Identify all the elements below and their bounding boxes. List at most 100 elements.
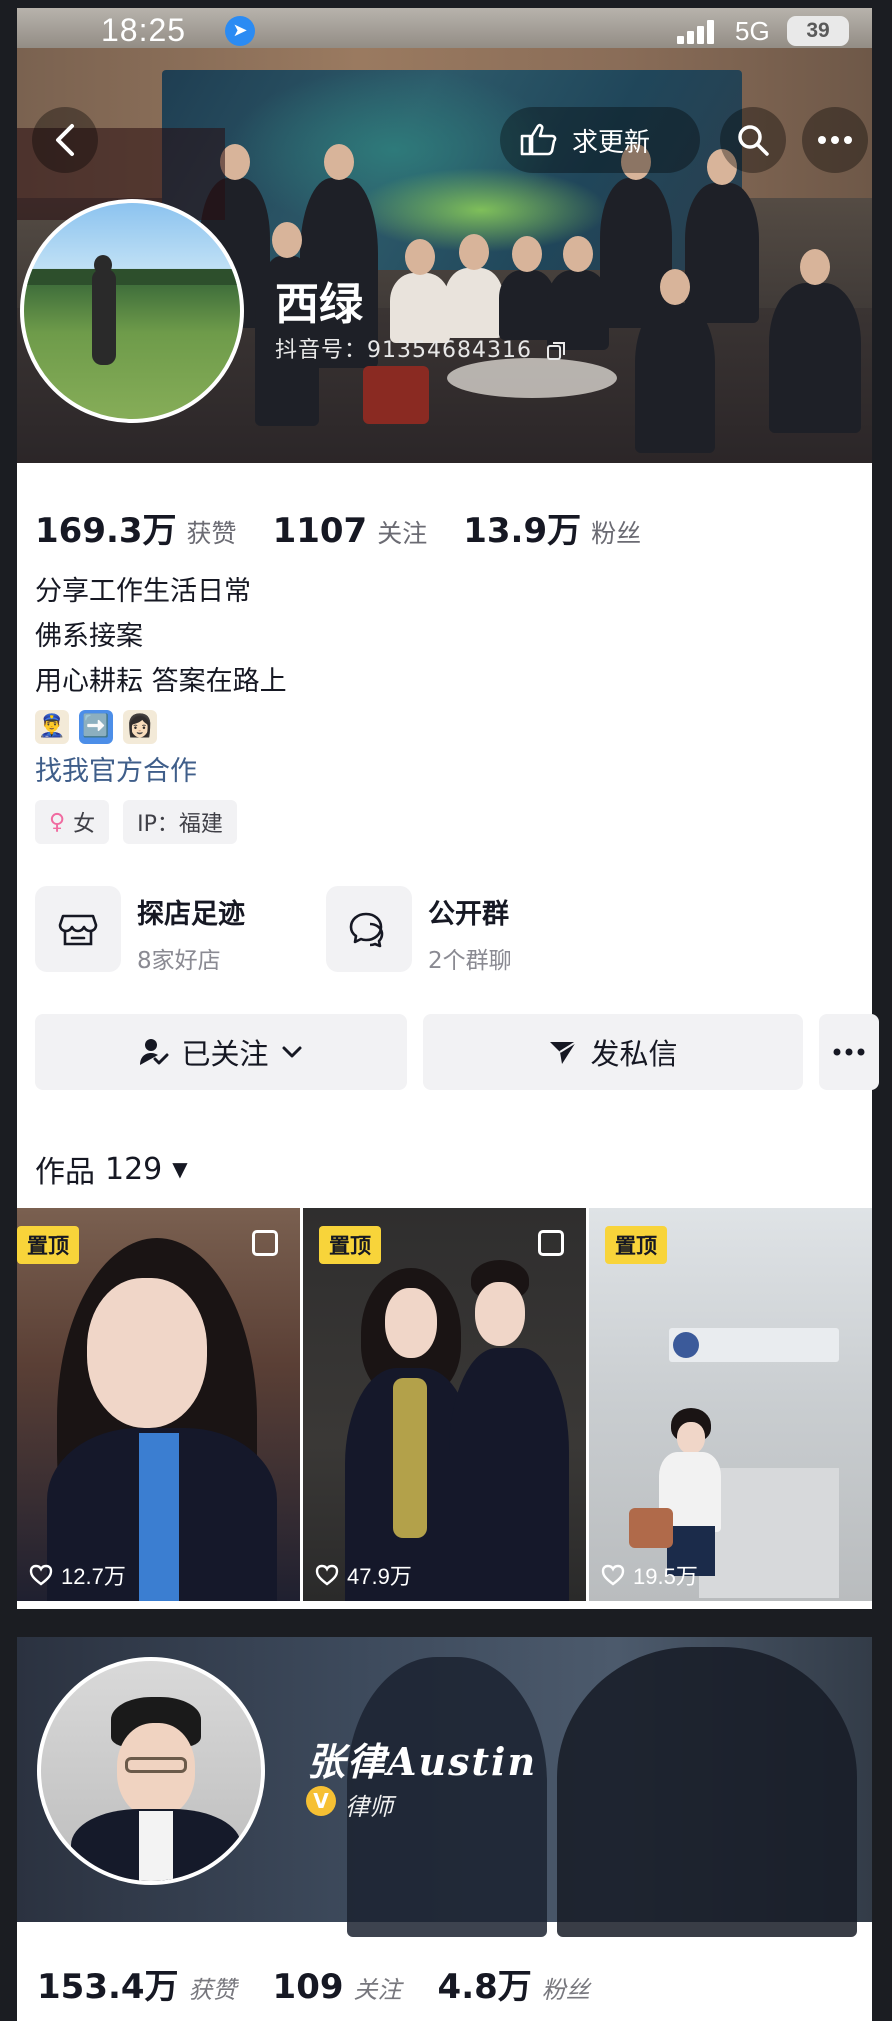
- location-icon: ➤: [225, 16, 255, 46]
- avatar-treeline: [24, 269, 240, 285]
- profile-stats: 153.4万 获赞 109 关注 4.8万 粉丝: [37, 1959, 626, 2008]
- works-count: 129: [105, 1151, 163, 1187]
- following-button-label: 已关注: [181, 1037, 269, 1071]
- glasses-icon: [125, 1757, 187, 1773]
- heart-icon: [29, 1564, 53, 1586]
- female-icon: ♀: [49, 809, 66, 835]
- hand-point-icon: [520, 123, 557, 156]
- profile-stats: 169.3万 获赞 1107 关注 13.9万 粉丝: [35, 503, 677, 552]
- works-tab[interactable]: 作品 129 ▼: [35, 1147, 188, 1191]
- gender-tag: ♀ 女: [35, 800, 110, 844]
- cover-table: [447, 358, 617, 398]
- profile-tags: ♀ 女 IP：福建: [35, 800, 237, 844]
- thumbnail-figure: [449, 1348, 569, 1601]
- more-button[interactable]: [802, 107, 868, 173]
- likes-count: 153.4万: [37, 1967, 179, 2007]
- chevron-down-icon: [282, 1046, 301, 1058]
- network-type: 5G: [735, 16, 770, 46]
- status-bar: 18:25 ➤ 5G 39: [17, 8, 872, 52]
- thumbnail-logo: [673, 1332, 699, 1358]
- bio-line: 分享工作生活日常: [35, 576, 251, 607]
- storefront-icon: [35, 886, 121, 972]
- profile-name: 西绿: [275, 279, 363, 330]
- paper-plane-icon: [550, 1041, 578, 1064]
- video-likes: 19.5万: [601, 1559, 698, 1591]
- status-time: 18:25: [101, 12, 187, 48]
- douyin-id[interactable]: 抖音号：91354684316: [275, 332, 568, 364]
- shop-visits-title: 探店足迹: [137, 899, 245, 930]
- pinned-badge: 置顶: [605, 1226, 667, 1264]
- verified-badge-icon: V: [306, 1786, 336, 1816]
- followers-count[interactable]: 13.9万: [463, 503, 581, 552]
- cover-person: [769, 249, 861, 433]
- avatar[interactable]: [37, 1657, 265, 1885]
- police-emoji: 👮‍♂️: [35, 709, 69, 744]
- likes-label: 获赞: [188, 1976, 237, 2004]
- battery-icon: 39: [787, 16, 849, 46]
- more-dots-icon: [833, 1048, 865, 1056]
- thumbnail-bag: [629, 1508, 673, 1548]
- bio-emoji-row: 👮‍♂️ ➡️ 👩🏻: [35, 704, 287, 749]
- shop-visits-subtitle: 8家好店: [137, 948, 221, 974]
- public-group-subtitle: 2个群聊: [428, 948, 512, 974]
- user-check-icon: [140, 1039, 169, 1065]
- back-button[interactable]: [32, 107, 98, 173]
- bio-line: 用心耕耘 答案在路上: [35, 666, 287, 697]
- thumbnail-figure: [475, 1282, 525, 1346]
- gender-label: 女: [73, 812, 96, 837]
- thumbnail-figure: [393, 1378, 427, 1538]
- cover-person: [685, 149, 759, 323]
- profile-bio: 分享工作生活日常 佛系接案 用心耕耘 答案在路上 👮‍♂️ ➡️ 👩🏻 找我官方…: [35, 569, 287, 794]
- followers-count[interactable]: 4.8万: [438, 1959, 532, 2008]
- send-message-button[interactable]: 发私信: [423, 1014, 803, 1090]
- video-likes-count: 12.7万: [61, 1564, 126, 1589]
- followers-label[interactable]: 粉丝: [542, 1970, 590, 2005]
- video-thumbnail[interactable]: 置顶 12.7万: [17, 1208, 300, 1601]
- thumbnail-figure: [385, 1288, 437, 1358]
- more-dots-icon: [818, 136, 852, 144]
- video-thumbnail[interactable]: 置顶 47.9万: [303, 1208, 586, 1601]
- arrow-right-emoji: ➡️: [79, 709, 113, 744]
- cover-person: [635, 269, 715, 453]
- heart-icon: [601, 1564, 625, 1586]
- public-group-title: 公开群: [428, 899, 509, 930]
- ip-location-tag: IP：福建: [123, 800, 237, 844]
- official-cooperation-link[interactable]: 找我官方合作: [35, 749, 287, 794]
- second-profile-card: 张律Austin V 律师 153.4万 获赞 109 关注 4.8万 粉丝: [17, 1637, 872, 2021]
- ip-location-label: IP：福建: [137, 812, 223, 837]
- following-count[interactable]: 1107: [273, 511, 368, 551]
- following-label[interactable]: 关注: [354, 1970, 402, 2005]
- cover-table: [363, 366, 429, 424]
- profile-name: 张律Austin: [307, 1739, 538, 1784]
- copy-icon[interactable]: [546, 340, 568, 362]
- video-thumbnail[interactable]: 置顶 19.5万: [589, 1208, 872, 1601]
- search-button[interactable]: [720, 107, 786, 173]
- video-likes: 47.9万: [315, 1559, 412, 1591]
- following-count[interactable]: 109: [273, 1967, 344, 2007]
- multi-image-icon: [538, 1230, 564, 1256]
- request-update-button[interactable]: 求更新: [500, 107, 700, 173]
- following-label[interactable]: 关注: [377, 514, 427, 550]
- bio-line: 佛系接案: [35, 621, 143, 652]
- likes-count: 169.3万: [35, 511, 177, 551]
- cover-person: [445, 234, 503, 338]
- public-group-entry[interactable]: 公开群 2个群聊: [326, 886, 512, 975]
- pinned-badge: 置顶: [319, 1226, 381, 1264]
- followers-label[interactable]: 粉丝: [591, 514, 641, 550]
- video-likes-count: 19.5万: [633, 1564, 698, 1589]
- video-likes-count: 47.9万: [347, 1564, 412, 1589]
- avatar-figure: [92, 269, 116, 365]
- search-icon: [738, 125, 769, 156]
- video-likes: 12.7万: [29, 1559, 126, 1591]
- multi-image-icon: [252, 1230, 278, 1256]
- more-actions-button[interactable]: [819, 1014, 879, 1090]
- avatar[interactable]: [20, 199, 244, 423]
- verified-title: 律师: [345, 1793, 393, 1821]
- douyin-id-text: 抖音号：91354684316: [275, 338, 532, 363]
- thumbnail-figure: [677, 1422, 705, 1454]
- send-message-label: 发私信: [590, 1037, 678, 1071]
- cover-figure: [557, 1647, 857, 1937]
- shop-visits-entry[interactable]: 探店足迹 8家好店: [35, 886, 245, 975]
- thumbnail-figure: [87, 1278, 207, 1428]
- following-button[interactable]: 已关注: [35, 1014, 407, 1090]
